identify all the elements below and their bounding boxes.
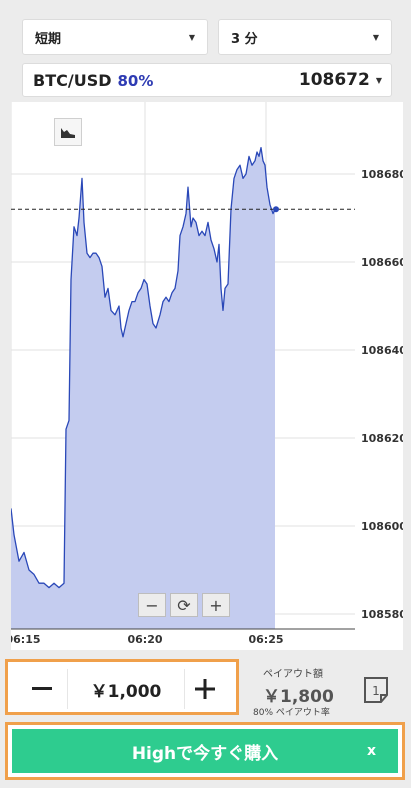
price-chart[interactable]: 108680 108660 108640 108620 108600 108580 06:… (11, 102, 403, 650)
asset-name: BTC/USD (33, 70, 112, 90)
caret-down-icon: ▼ (372, 32, 379, 42)
amount-decrease-button[interactable] (22, 669, 62, 709)
amount-increase-button[interactable] (185, 669, 225, 709)
expiry-icon[interactable]: 1 (361, 675, 391, 705)
duration-dropdown[interactable]: 3 分 ▼ (218, 19, 392, 55)
y-tick-label: 108660 (361, 256, 403, 269)
reset-zoom-button[interactable]: ⟳ (170, 593, 198, 617)
asset-price: 108672 (298, 70, 370, 90)
asset-price-group: 108672 ▼ (299, 70, 382, 90)
trade-panel: ￥1,000 ペイアウト額 ￥1,800 80% ペイアウト率 1 Highで今… (0, 655, 411, 788)
area-chart-icon (61, 128, 75, 138)
buy-high-label: Highで今すぐ購入 (131, 743, 279, 764)
x-tick-label: 06:15 (11, 633, 41, 646)
mode-dropdown-value: 短期 (35, 31, 62, 47)
payout-label: ペイアウト額 (263, 669, 323, 680)
buy-button-frame: Highで今すぐ購入 x (5, 722, 405, 780)
timer-icon-label: 1 (372, 684, 380, 698)
mode-dropdown[interactable]: 短期 ▼ (22, 19, 208, 55)
asset-payout-percent: 80% (117, 71, 154, 90)
y-tick-label: 108680 (361, 168, 403, 181)
zoom-in-button[interactable]: + (202, 593, 230, 617)
caret-down-icon: ▼ (375, 75, 382, 85)
y-tick-label: 108640 (361, 344, 403, 357)
payout-rate: 80% ペイアウト率 (253, 708, 330, 718)
x-tick-label: 06:20 (127, 633, 162, 646)
current-price-marker (273, 206, 279, 213)
payout-value: ￥1,800 (263, 687, 334, 707)
plus-icon (195, 679, 215, 699)
chart-type-button[interactable] (54, 118, 82, 146)
zoom-out-button[interactable]: − (138, 593, 166, 617)
asset-selector[interactable]: BTC/USD 80% 108672 ▼ (22, 63, 392, 97)
asset-info: BTC/USD 80% (33, 71, 153, 90)
caret-down-icon: ▼ (188, 32, 195, 42)
minus-icon (32, 687, 52, 690)
amount-value[interactable]: ￥1,000 (67, 669, 185, 709)
x-tick-label: 06:25 (248, 633, 283, 646)
y-tick-label: 108580 (361, 608, 403, 621)
close-button[interactable]: x (367, 729, 376, 773)
y-tick-label: 108620 (361, 432, 403, 445)
chart-canvas: 108680 108660 108640 108620 108600 108580 06:… (11, 102, 403, 646)
amount-selector: ￥1,000 (5, 659, 239, 715)
duration-dropdown-value: 3 分 (231, 31, 258, 47)
timer-icon: 1 (364, 677, 388, 703)
y-tick-label: 108600 (361, 520, 403, 533)
price-area (11, 147, 275, 629)
buy-high-button[interactable]: Highで今すぐ購入 x (12, 729, 398, 773)
